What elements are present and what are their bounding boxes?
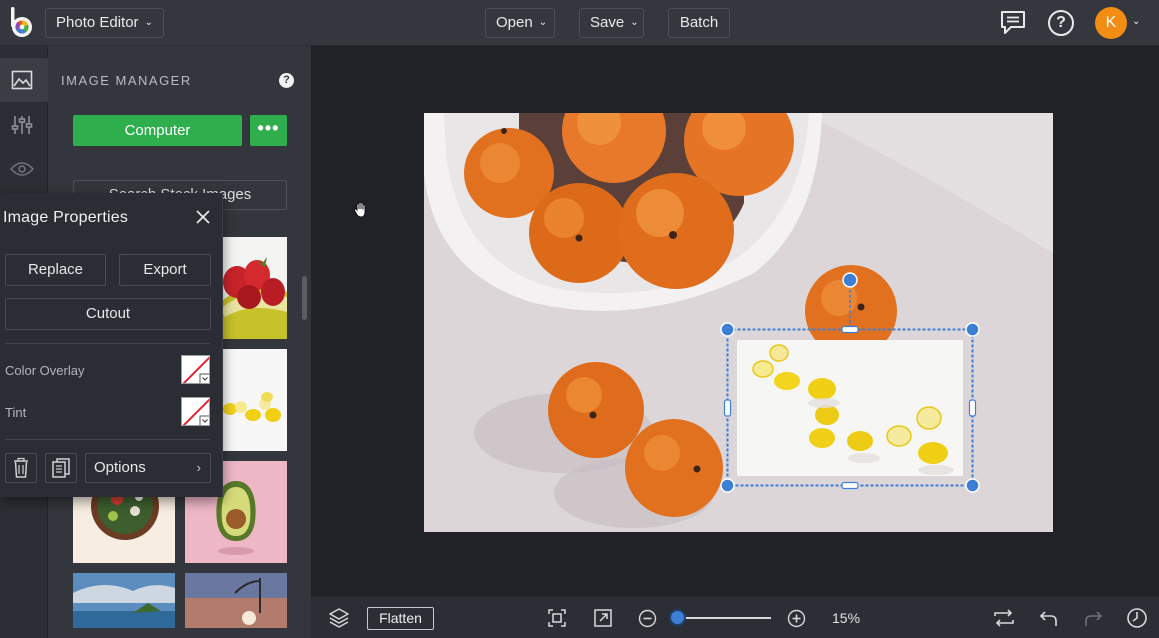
history-icon[interactable]: [1126, 607, 1148, 629]
panel-title: IMAGE MANAGER: [61, 73, 192, 88]
befunky-logo-icon[interactable]: [7, 7, 37, 39]
redo-icon[interactable]: [1083, 608, 1103, 628]
zoom-out-icon[interactable]: [638, 609, 657, 628]
image-icon[interactable]: [11, 70, 33, 90]
delete-button[interactable]: [5, 453, 37, 483]
duplicate-icon: [52, 458, 70, 478]
divider: [5, 439, 210, 440]
zoom-level: 15%: [832, 610, 861, 626]
help-icon[interactable]: ?: [279, 73, 294, 88]
zoom-in-icon[interactable]: [787, 609, 806, 628]
open-dropdown[interactable]: Open ⌄: [485, 8, 555, 38]
eye-icon[interactable]: [10, 161, 34, 177]
popup-title: Image Properties: [3, 209, 129, 226]
top-bar: Photo Editor ⌄ Open ⌄ Save ⌄ Batch ? K ⌄: [0, 0, 1159, 46]
swap-icon[interactable]: [993, 608, 1015, 628]
undo-icon[interactable]: [1039, 608, 1059, 628]
batch-button[interactable]: Batch: [668, 8, 730, 38]
trash-icon: [14, 457, 28, 478]
more-sources-button[interactable]: •••: [250, 115, 287, 146]
flatten-button[interactable]: Flatten: [367, 607, 434, 630]
chevron-down-icon: ⌄: [144, 17, 153, 28]
corner-handle: [965, 478, 980, 493]
panel-scrollbar[interactable]: [302, 276, 307, 320]
chevron-down-icon: ⌄: [630, 17, 639, 28]
save-dropdown[interactable]: Save ⌄: [579, 8, 644, 38]
selection-box[interactable]: [716, 268, 986, 498]
export-button[interactable]: Export: [119, 254, 211, 286]
expand-icon[interactable]: [594, 609, 612, 627]
selection-outline: [726, 328, 974, 487]
edge-handle: [841, 325, 859, 334]
divider: [5, 343, 210, 344]
tint-label: Tint: [5, 405, 27, 420]
edge-handle: [968, 399, 977, 417]
chevron-down-icon: ⌄: [538, 17, 548, 28]
computer-upload-button[interactable]: Computer: [73, 115, 242, 146]
mode-label: Photo Editor: [56, 14, 139, 31]
thumbnail-landscape[interactable]: [73, 573, 175, 628]
chevron-right-icon: ›: [196, 460, 201, 475]
save-label: Save: [590, 14, 625, 31]
feedback-chat-icon[interactable]: [999, 10, 1027, 36]
sliders-icon[interactable]: [11, 114, 33, 136]
replace-button[interactable]: Replace: [5, 254, 106, 286]
corner-handle: [720, 322, 735, 337]
thumbnail-street-lamp[interactable]: [185, 573, 287, 628]
image-properties-popup: Image Properties Replace Export Cutout C…: [0, 193, 223, 497]
duplicate-button[interactable]: [45, 453, 77, 483]
zoom-slider-handle[interactable]: [669, 609, 687, 626]
edge-handle: [723, 399, 732, 417]
layers-icon[interactable]: [328, 607, 350, 629]
color-overlay-swatch[interactable]: [181, 355, 210, 384]
tint-swatch[interactable]: [181, 397, 210, 426]
options-button[interactable]: Options ›: [85, 453, 211, 483]
edge-handle: [841, 481, 859, 490]
zoom-slider-track[interactable]: [675, 617, 771, 619]
color-overlay-label: Color Overlay: [5, 363, 85, 378]
open-label: Open: [496, 14, 533, 31]
mode-dropdown[interactable]: Photo Editor ⌄: [45, 8, 164, 38]
bottom-bar: Flatten 15%: [311, 596, 1159, 638]
fit-screen-icon[interactable]: [548, 609, 566, 627]
hand-cursor-icon: [353, 201, 366, 218]
cutout-button[interactable]: Cutout: [5, 298, 211, 330]
options-label: Options: [94, 459, 146, 476]
chevron-down-icon[interactable]: ⌄: [1132, 16, 1140, 27]
corner-handle: [720, 478, 735, 493]
help-icon[interactable]: ?: [1048, 10, 1074, 36]
user-avatar[interactable]: K: [1095, 7, 1127, 39]
rotate-handle: [842, 272, 858, 288]
corner-handle: [965, 322, 980, 337]
close-icon[interactable]: [195, 209, 211, 225]
